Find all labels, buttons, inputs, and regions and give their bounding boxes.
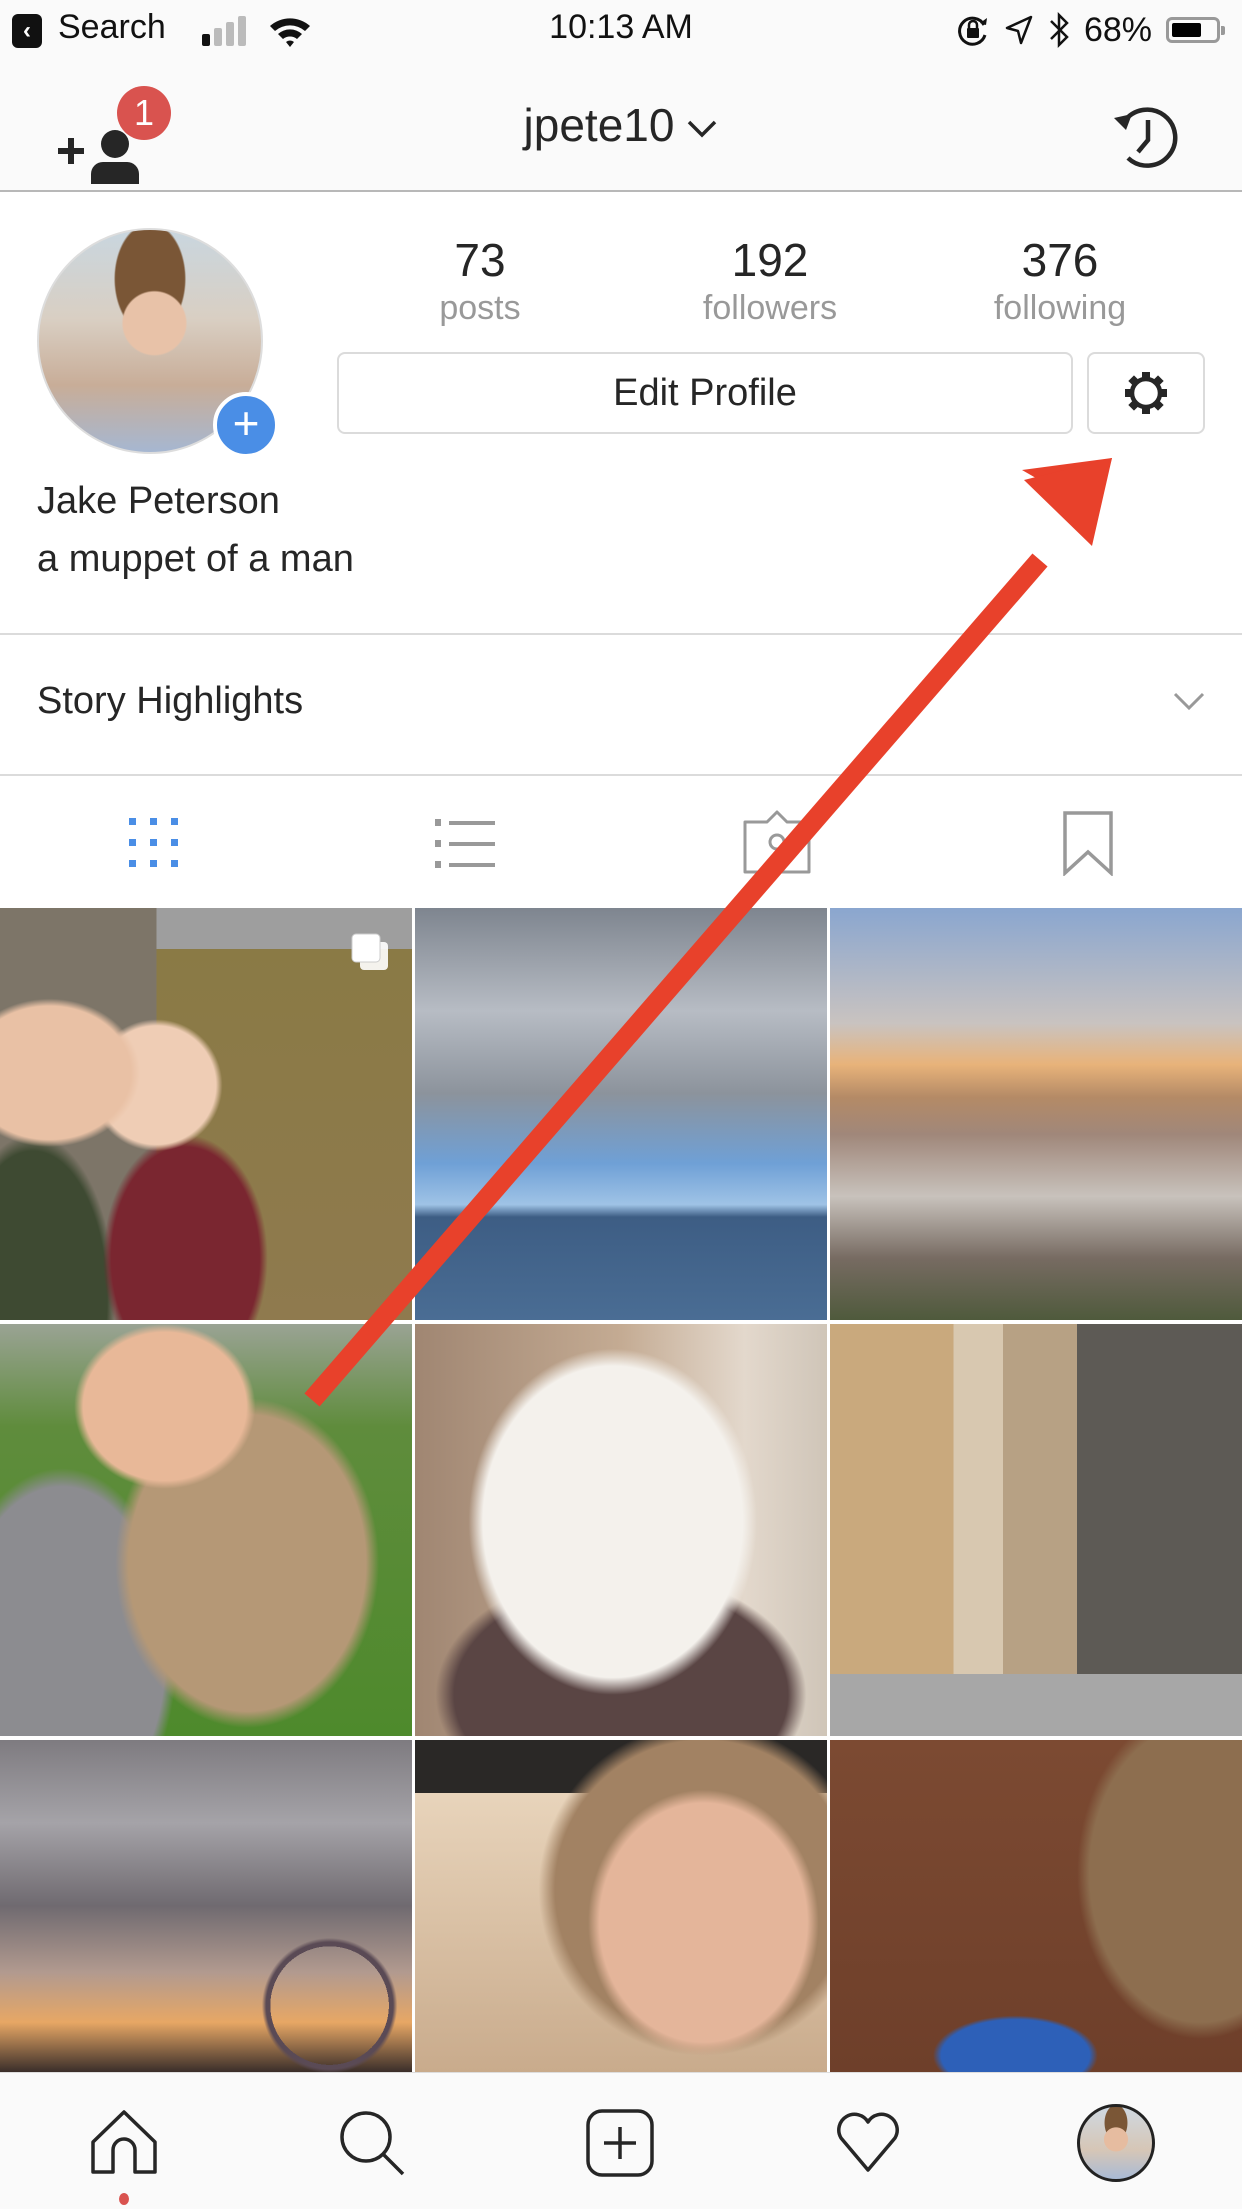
annotation-arrow-head (1022, 458, 1112, 538)
tab-home[interactable] (84, 2103, 164, 2183)
stat-posts[interactable]: 73 posts (370, 232, 590, 328)
divider (0, 774, 1242, 776)
post-thumbnail[interactable] (0, 1740, 412, 2072)
post-thumbnail[interactable] (830, 1740, 1242, 2072)
full-name: Jake Peterson (37, 480, 280, 522)
followers-label: followers (702, 289, 838, 327)
post-thumbnail[interactable] (415, 1324, 827, 1736)
add-story-button[interactable]: + (213, 392, 279, 458)
add-post-icon (586, 2109, 654, 2177)
tagged-photos-icon (743, 810, 811, 874)
chevron-down-icon (688, 120, 717, 138)
tab-profile[interactable] (1076, 2103, 1156, 2183)
battery-fill (1172, 23, 1201, 37)
tab-search[interactable] (332, 2103, 412, 2183)
following-count: 376 (1021, 234, 1099, 286)
battery-icon (1166, 17, 1225, 43)
list-icon (435, 819, 495, 868)
settings-gear-button[interactable] (1087, 352, 1205, 434)
username: jpete10 (523, 99, 675, 151)
tab-grid[interactable] (99, 808, 209, 878)
post-thumbnail[interactable] (830, 908, 1242, 1320)
post-thumbnail[interactable] (415, 1740, 827, 2072)
tab-saved[interactable] (1033, 808, 1143, 878)
chevron-down-icon[interactable] (1172, 690, 1206, 712)
grid-icon (129, 818, 178, 867)
divider (0, 633, 1242, 635)
username-switcher[interactable]: jpete10 (0, 98, 1242, 152)
post-thumbnail[interactable] (0, 908, 412, 1320)
tab-tagged[interactable] (722, 808, 832, 878)
followers-count: 192 (731, 234, 809, 286)
battery-percent: 68% (1083, 10, 1152, 49)
annotation-arrow-head-fill (1024, 458, 1112, 546)
posts-count: 73 (454, 234, 506, 286)
bookmark-icon (1063, 811, 1113, 876)
profile-nav-bar: 1 jpete10 (0, 86, 1242, 192)
status-indicators: 68% (956, 8, 1225, 52)
post-thumbnail[interactable] (415, 908, 827, 1320)
stat-followers[interactable]: 192 followers (660, 232, 880, 328)
tab-activity[interactable] (828, 2103, 908, 2183)
bottom-tab-bar (0, 2072, 1242, 2209)
posts-label: posts (439, 289, 521, 327)
rotation-lock-icon (958, 16, 987, 46)
edit-profile-button[interactable]: Edit Profile (337, 352, 1073, 434)
status-bar: ‹ Search 10:13 AM 68% (0, 0, 1242, 86)
post-thumbnail[interactable] (830, 1324, 1242, 1736)
multiple-photos-icon (351, 933, 388, 970)
bio: a muppet of a man (37, 538, 354, 580)
posts-grid (0, 908, 1242, 2072)
profile-avatar-icon (1077, 2104, 1155, 2182)
bluetooth-icon (1050, 11, 1069, 49)
gear-icon (1125, 372, 1167, 414)
location-icon (1005, 15, 1033, 45)
heart-icon (837, 2112, 899, 2172)
tab-new-post[interactable] (580, 2103, 660, 2183)
archive-history-icon[interactable] (1110, 100, 1184, 174)
new-activity-dot (119, 2193, 129, 2205)
home-icon (91, 2110, 157, 2174)
story-highlights-label[interactable]: Story Highlights (37, 680, 303, 723)
stat-following[interactable]: 376 following (950, 232, 1170, 328)
post-thumbnail[interactable] (0, 1324, 412, 1736)
search-icon (340, 2111, 405, 2176)
following-label: following (993, 289, 1127, 327)
tab-list[interactable] (410, 808, 520, 878)
